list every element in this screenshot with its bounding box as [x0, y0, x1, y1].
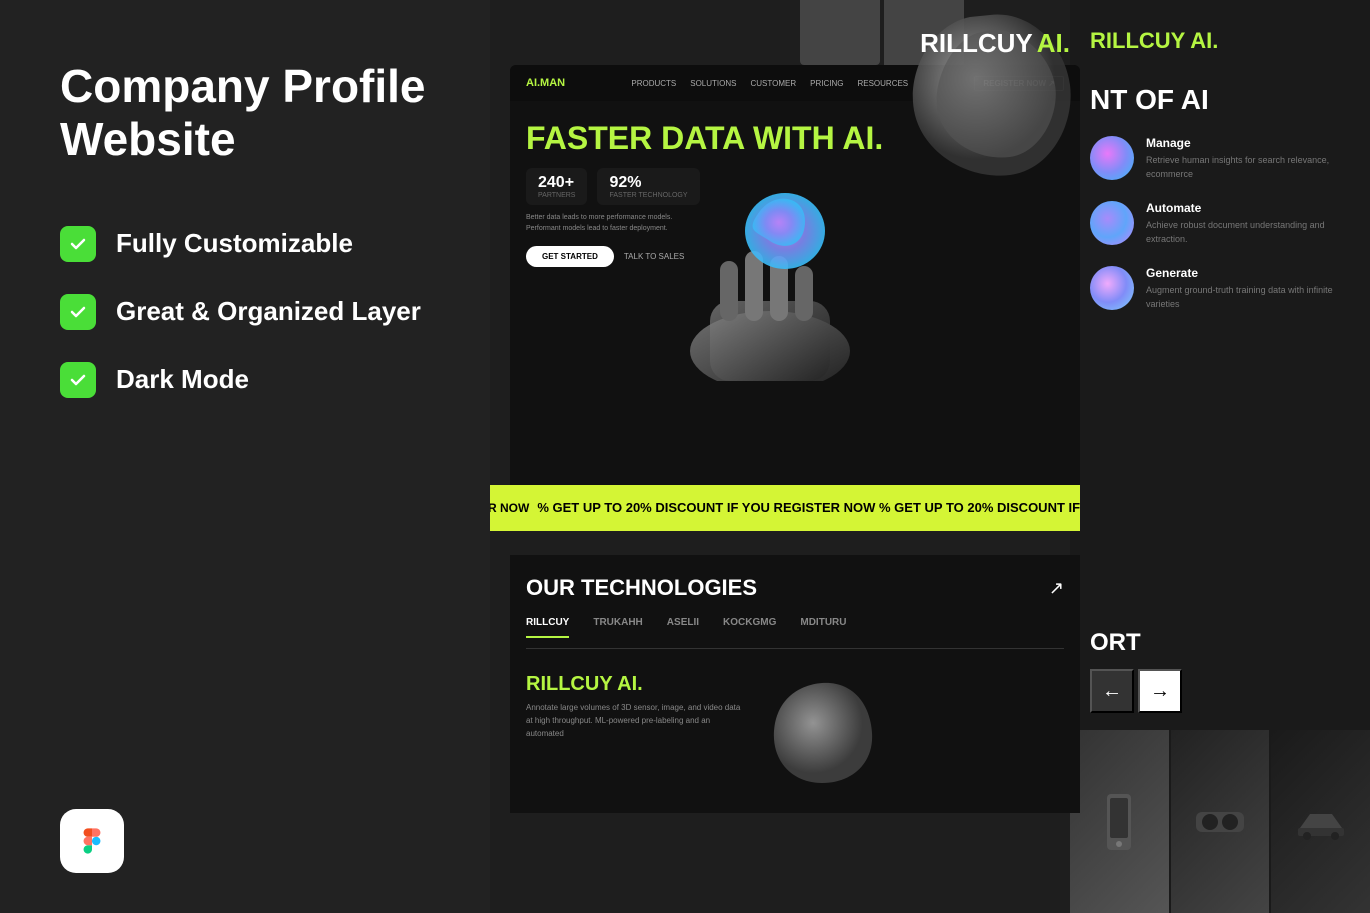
stat-partners-number: 240+	[538, 174, 575, 192]
tab-rillcuy[interactable]: RILLCUY	[526, 617, 569, 638]
ticker-prefix: ER NOW	[490, 501, 529, 515]
gray-bar-1	[800, 0, 880, 65]
mock-nav-links: PRODUCTS SOLUTIONS CUSTOMER PRICING RESO…	[585, 79, 954, 88]
rillcuy-title: RILLCUY AI.	[526, 673, 746, 696]
manage-blob	[1090, 136, 1134, 180]
check-icon-dark	[60, 362, 96, 398]
photo-vr	[1171, 730, 1270, 913]
stat-technology-label: FASTER TECHNOLOGY	[609, 192, 687, 199]
nav-products: PRODUCTS	[631, 79, 676, 88]
partial-ai-text: NT OF AI	[1070, 64, 1370, 126]
nav-customer: CUSTOMER	[750, 79, 796, 88]
hero-buttons: GET STARTED TALK TO SALES	[526, 246, 1064, 267]
get-started-button[interactable]: GET STARTED	[526, 246, 614, 267]
hero-desc: Better data leads to more performance mo…	[526, 213, 706, 234]
feature-item-organized: Great & Organized Layer	[60, 294, 430, 330]
feature-list: Fully Customizable Great & Organized Lay…	[60, 226, 430, 398]
stat-partners-label: PARTNERS	[538, 192, 575, 199]
tab-trukahh[interactable]: TRUKAHH	[593, 617, 642, 638]
automate-content: Automate Achieve robust document underst…	[1146, 201, 1350, 246]
manage-title: Manage	[1146, 136, 1350, 150]
photo-phone	[1070, 730, 1169, 913]
nav-pricing: PRICING	[810, 79, 843, 88]
tech-arrow-icon[interactable]: ↗	[1049, 578, 1064, 599]
ai-feature-manage: Manage Retrieve human insights for searc…	[1090, 136, 1350, 181]
blob-bottom-image	[762, 673, 882, 793]
generate-content: Generate Augment ground-truth training d…	[1146, 266, 1350, 311]
right-area: RILLCUY AI. AI.MAN PRODUCTS SOLUTIONS	[490, 0, 1370, 913]
tech-tabs: RILLCUY TRUKAHH ASELII KOCKGMG MDITURU	[526, 617, 1064, 649]
ai-features-list: Manage Retrieve human insights for searc…	[1070, 126, 1370, 321]
automate-blob	[1090, 201, 1134, 245]
check-icon-organized	[60, 294, 96, 330]
tech-header: OUR TECHNOLOGIES ↗	[526, 575, 1064, 601]
tab-mdituru[interactable]: MDITURU	[800, 617, 846, 638]
rillcuy-section: RILLCUY AI. Annotate large volumes of 3D…	[526, 665, 1064, 793]
stat-technology: 92% FASTER TECHNOLOGY	[597, 168, 699, 205]
stat-partners: 240+ PARTNERS	[526, 168, 587, 205]
check-icon-customizable	[60, 226, 96, 262]
brand-suffix: AI.	[1037, 28, 1070, 59]
bottom-photos	[1070, 730, 1370, 913]
ai-feature-automate: Automate Achieve robust document underst…	[1090, 201, 1350, 246]
left-panel: Company Profile Website Fully Customizab…	[0, 0, 490, 913]
hero-title-ai: AI.	[842, 120, 883, 156]
feature-label-customizable: Fully Customizable	[116, 228, 353, 259]
rillcuy-ai-brand: RILLCUY AI.	[1090, 28, 1218, 53]
generate-blob	[1090, 266, 1134, 310]
photo-car	[1271, 730, 1370, 913]
tab-kockgmg[interactable]: KOCKGMG	[723, 617, 776, 638]
tab-aselii[interactable]: ASELII	[667, 617, 699, 638]
manage-content: Manage Retrieve human insights for searc…	[1146, 136, 1350, 181]
nav-arrows: ← →	[1090, 669, 1350, 713]
feature-item-customizable: Fully Customizable	[60, 226, 430, 262]
mock-logo: AI.MAN	[526, 77, 565, 89]
automate-desc: Achieve robust document understanding an…	[1146, 219, 1350, 246]
tech-section: OUR TECHNOLOGIES ↗ RILLCUY TRUKAHH ASELI…	[510, 555, 1080, 813]
ai-feature-generate: Generate Augment ground-truth training d…	[1090, 266, 1350, 311]
brand-name: RILLCUY	[920, 28, 1033, 59]
main-title: Company Profile Website	[60, 60, 430, 166]
figma-icon	[60, 809, 124, 873]
manage-desc: Retrieve human insights for search relev…	[1146, 154, 1350, 181]
next-arrow-button[interactable]: →	[1138, 669, 1182, 713]
feature-label-organized: Great & Organized Layer	[116, 296, 421, 327]
feature-label-dark: Dark Mode	[116, 364, 249, 395]
rillcuy-desc: Annotate large volumes of 3D sensor, ima…	[526, 702, 746, 740]
generate-title: Generate	[1146, 266, 1350, 280]
ticker-banner: ER NOW % GET UP TO 20% DISCOUNT IF YOU R…	[490, 485, 1080, 531]
rillcuy-ai-header: RILLCUY AI.	[1070, 0, 1370, 64]
nav-arrows-section: ORT ← →	[1070, 629, 1370, 713]
generate-desc: Augment ground-truth training data with …	[1146, 284, 1350, 311]
automate-title: Automate	[1146, 201, 1350, 215]
tech-title: OUR TECHNOLOGIES	[526, 575, 757, 601]
nav-solutions: SOLUTIONS	[690, 79, 736, 88]
talk-to-sales-button[interactable]: TALK TO SALES	[624, 246, 684, 267]
ort-text: ORT	[1090, 629, 1350, 657]
hero-title-text: FASTER DATA WITH	[526, 120, 835, 156]
prev-arrow-button[interactable]: ←	[1090, 669, 1134, 713]
stat-technology-number: 92%	[609, 174, 687, 192]
feature-item-dark: Dark Mode	[60, 362, 430, 398]
ticker-text: % GET UP TO 20% DISCOUNT IF YOU REGISTER…	[537, 500, 1080, 515]
right-panel: RILLCUY AI. NT OF AI Manage Retrieve hum…	[1070, 0, 1370, 913]
